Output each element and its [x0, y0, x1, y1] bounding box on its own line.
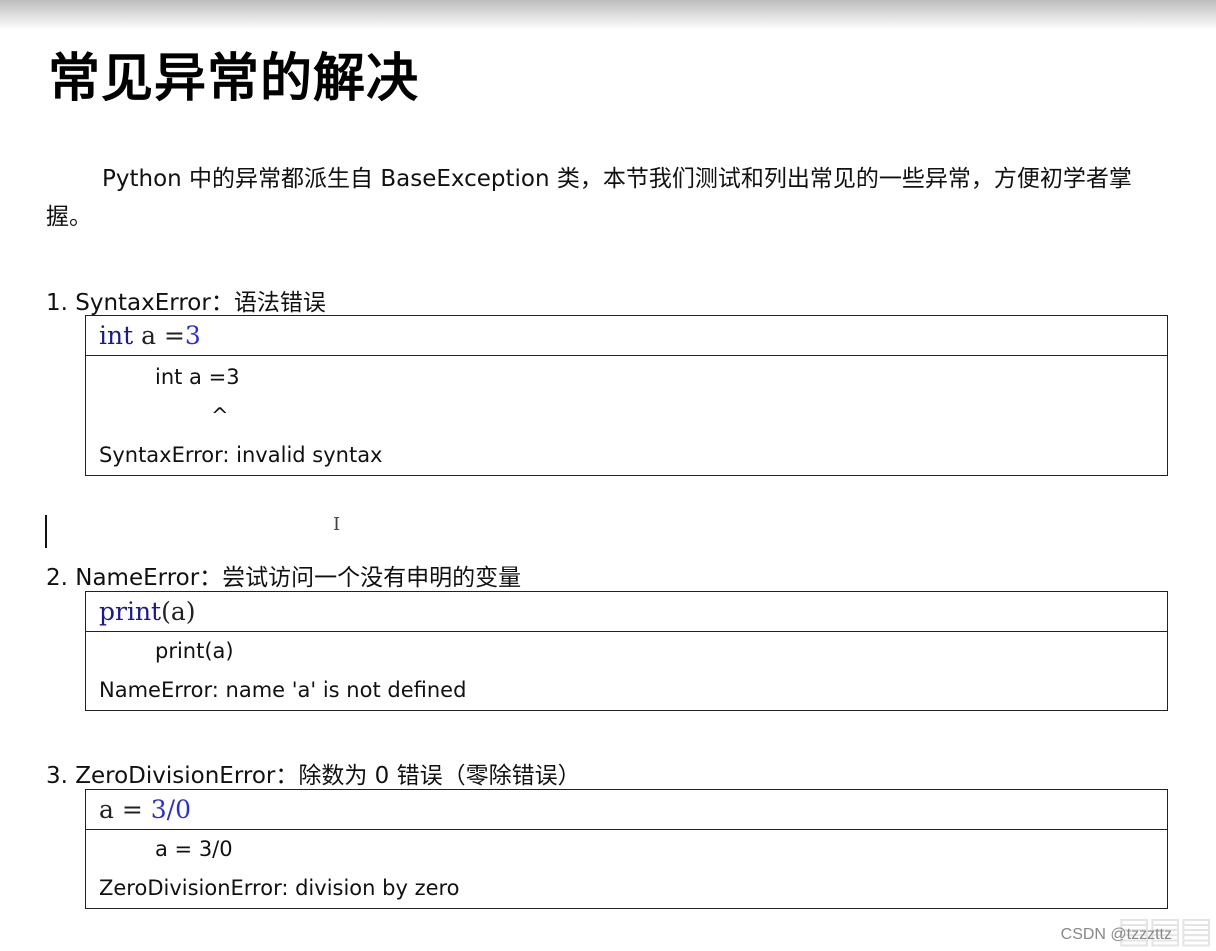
section-heading-zero-division-error: 3. ZeroDivisionError：除数为 0 错误（零除错误）	[46, 763, 581, 789]
output-error-line: NameError: name 'a' is not defined	[99, 678, 467, 702]
code-block-syntax-error: int a =3 int a =3 ^ SyntaxError: invalid…	[85, 315, 1168, 476]
code-block-name-error: print(a) print(a) NameError: name 'a' is…	[85, 591, 1168, 711]
code-line: int a =3	[86, 316, 1167, 356]
text-cursor-icon: I	[333, 514, 341, 535]
intro-paragraph: Python 中的异常都派生自 BaseException 类，本节我们测试和列…	[46, 166, 1132, 230]
output-line: ^	[211, 404, 229, 428]
code-block-zero-division-error: a = 3/0 a = 3/0 ZeroDivisionError: divis…	[85, 789, 1168, 909]
text-insertion-caret	[45, 515, 47, 548]
output-line: a = 3/0	[155, 837, 233, 861]
output-line: print(a)	[155, 639, 234, 663]
section-heading-syntax-error: 1. SyntaxError：语法错误	[46, 290, 326, 316]
page-title: 常见异常的解决	[48, 48, 420, 109]
output-error-line: ZeroDivisionError: division by zero	[99, 876, 460, 900]
section-heading-name-error: 2. NameError：尝试访问一个没有申明的变量	[46, 565, 522, 591]
code-line: print(a)	[86, 592, 1167, 632]
output-line: int a =3	[155, 365, 240, 389]
window-top-shade	[0, 0, 1216, 30]
output-error-line: SyntaxError: invalid syntax	[99, 443, 383, 467]
code-line: a = 3/0	[86, 790, 1167, 830]
watermark: CSDN @tzzzttz	[1060, 926, 1172, 943]
